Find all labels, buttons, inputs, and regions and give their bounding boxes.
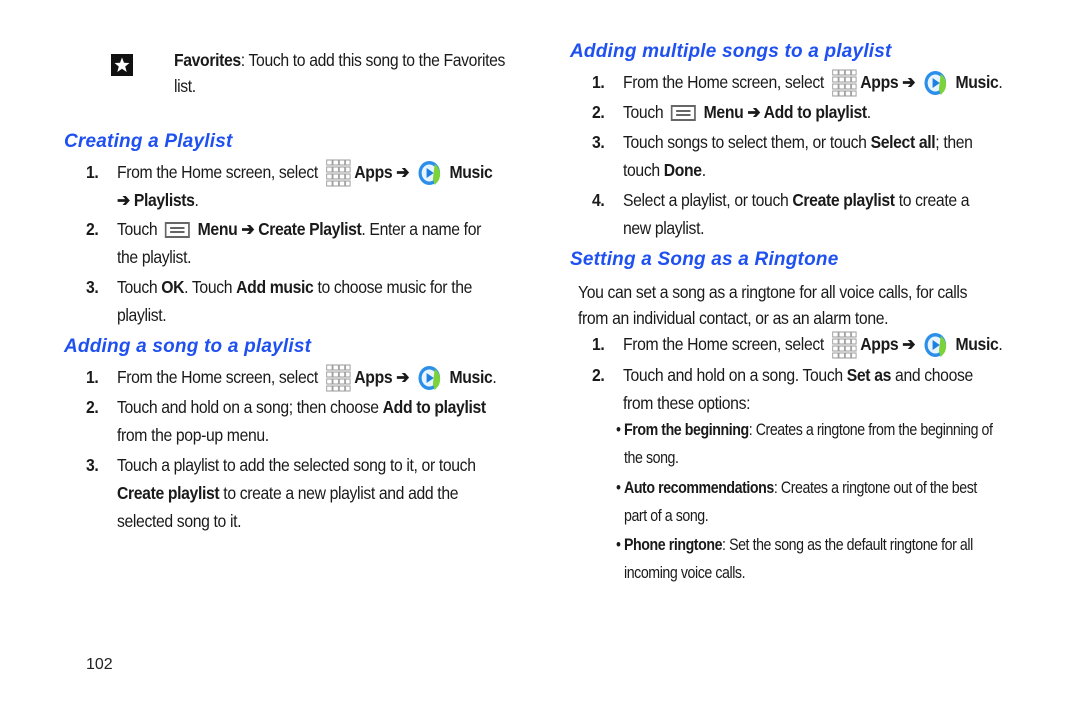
favorites-line-2: list. bbox=[174, 76, 196, 96]
music-icon bbox=[418, 366, 441, 391]
section-heading-adding-multiple: Adding multiple songs to a playlist bbox=[570, 41, 892, 62]
music-icon bbox=[924, 71, 947, 96]
ringtone-intro-line-1: You can set a song as a ringtone for all… bbox=[578, 282, 968, 302]
music-icon bbox=[418, 161, 441, 186]
favorites-line-1: Favorites: Touch to add this song to the… bbox=[174, 50, 506, 70]
section-heading-adding-song: Adding a song to a playlist bbox=[64, 336, 312, 357]
page-number: 102 bbox=[86, 656, 113, 673]
ringtone-intro-line-2: from an individual contact, or as an ala… bbox=[578, 308, 889, 328]
music-icon bbox=[924, 333, 947, 358]
section-heading-creating-playlist: Creating a Playlist bbox=[64, 131, 233, 152]
menu-icon bbox=[164, 222, 191, 239]
menu-icon bbox=[670, 105, 697, 122]
apps-icon bbox=[325, 159, 351, 187]
apps-icon bbox=[831, 331, 857, 359]
section-heading-ringtone: Setting a Song as a Ringtone bbox=[570, 249, 839, 270]
apps-icon bbox=[325, 364, 351, 392]
apps-icon bbox=[831, 69, 857, 97]
favorites-label: Favorites bbox=[174, 50, 241, 70]
star-icon bbox=[111, 54, 133, 76]
